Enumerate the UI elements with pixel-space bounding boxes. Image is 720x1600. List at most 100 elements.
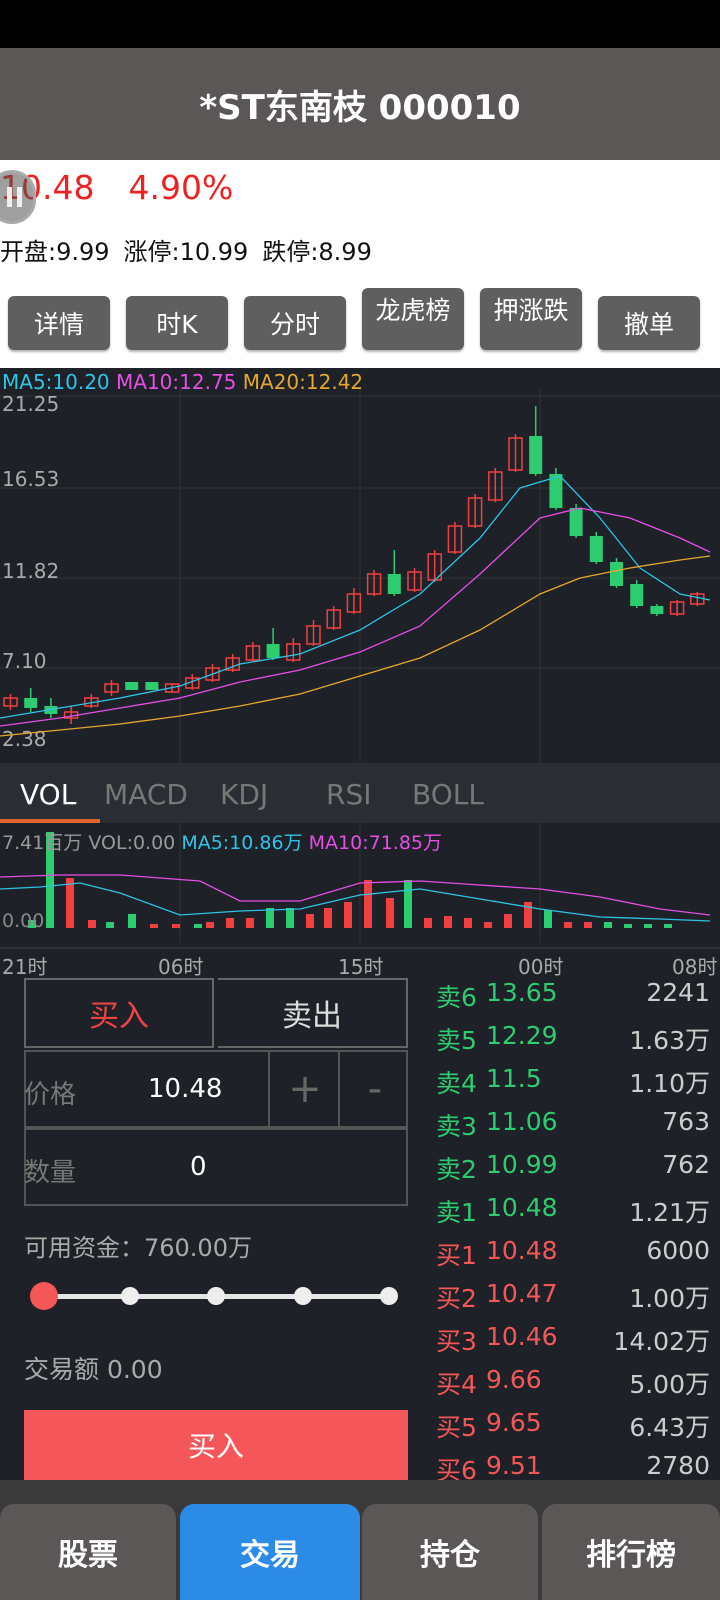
nav-holdings[interactable]: 持仓 — [362, 1504, 538, 1600]
order-volume: 1.00万 — [629, 1284, 710, 1313]
order-volume: 1.10万 — [629, 1069, 710, 1098]
order-book-row[interactable]: 买4 9.66 5.00万 — [436, 1365, 710, 1407]
nav-stocks[interactable]: 股票 — [0, 1504, 176, 1600]
order-level-label: 买1 — [436, 1241, 477, 1270]
detail-button[interactable]: 详情 — [8, 296, 110, 350]
nav-ranking[interactable]: 排行榜 — [542, 1504, 720, 1600]
ma10-label: MA10:12.75 — [116, 370, 237, 394]
buy-tab[interactable]: 买入 — [24, 978, 214, 1048]
volume-bar — [344, 902, 352, 928]
volume-bar — [404, 880, 412, 928]
volume-bar — [564, 922, 572, 928]
order-book-row[interactable]: 买2 10.47 1.00万 — [436, 1279, 710, 1321]
order-book-row[interactable]: 买3 10.46 14.02万 — [436, 1322, 710, 1364]
sell-tab[interactable]: 卖出 — [218, 978, 408, 1048]
quantity-field — [24, 1128, 408, 1206]
slider-stop[interactable] — [294, 1287, 312, 1305]
volume-bar — [88, 920, 96, 928]
limit-up: 涨停:10.99 — [123, 238, 249, 266]
order-book-row[interactable]: 卖3 11.06 763 — [436, 1107, 710, 1149]
volume-bar — [544, 910, 552, 928]
page-title: *ST东南枝 000010 — [0, 48, 720, 160]
candle — [125, 682, 139, 690]
tab-kdj[interactable]: KDJ — [220, 778, 268, 811]
tab-macd[interactable]: MACD — [104, 778, 188, 811]
candle — [630, 584, 644, 606]
tab-rsi[interactable]: RSI — [326, 778, 372, 811]
volume-bar — [306, 914, 314, 928]
ma20-label: MA20:12.42 — [242, 370, 364, 394]
ma-legend: MA5:10.20 MA10:12.75 MA20:12.42 — [2, 370, 363, 394]
price-minus-button[interactable]: - — [338, 1050, 410, 1128]
price-input[interactable]: 10.48 — [148, 1074, 222, 1104]
volume-bar — [464, 918, 472, 928]
y-tick: 2.38 — [2, 727, 47, 751]
slider-stop[interactable] — [121, 1287, 139, 1305]
quantity-input[interactable]: 0 — [190, 1152, 207, 1182]
candle — [24, 698, 38, 708]
order-price: 10.99 — [486, 1150, 558, 1179]
volume-bar — [206, 922, 214, 928]
order-price: 10.47 — [486, 1279, 558, 1308]
slider-stop[interactable] — [380, 1287, 398, 1305]
order-volume: 1.63万 — [629, 1026, 710, 1055]
cancel-order-button[interactable]: 撤单 — [598, 296, 700, 350]
candle — [266, 644, 280, 658]
volume-bar — [604, 922, 612, 928]
volume-bar — [128, 914, 136, 928]
order-price: 10.46 — [486, 1322, 558, 1351]
bet-button[interactable]: 押涨跌 — [480, 288, 582, 350]
intraday-button[interactable]: 分时 — [244, 296, 346, 350]
vol-legend: 7.41百万 VOL:0.00 MA5:10.86万 MA10:71.85万 — [2, 828, 442, 855]
candle — [650, 606, 664, 614]
order-level-label: 卖1 — [436, 1198, 477, 1227]
order-book-row[interactable]: 卖2 10.99 762 — [436, 1150, 710, 1192]
slider-thumb[interactable] — [30, 1282, 58, 1310]
order-book-row[interactable]: 买5 9.65 6.43万 — [436, 1408, 710, 1450]
order-level-label: 卖3 — [436, 1112, 477, 1141]
volume-bar — [246, 918, 254, 928]
vol-unit: 7.41百万 — [2, 832, 83, 854]
order-level-label: 买2 — [436, 1284, 477, 1313]
order-book-row[interactable]: 卖1 10.48 1.21万 — [436, 1193, 710, 1235]
order-book-row[interactable]: 买1 10.48 6000 — [436, 1236, 710, 1278]
order-book-row[interactable]: 卖6 13.65 2241 — [436, 978, 710, 1020]
volume-bar — [424, 918, 432, 928]
order-book-row[interactable]: 卖4 11.5 1.10万 — [436, 1064, 710, 1106]
y-tick: 21.25 — [2, 392, 59, 416]
order-price: 10.48 — [486, 1236, 558, 1265]
tab-boll[interactable]: BOLL — [412, 778, 484, 811]
order-price: 13.65 — [486, 978, 558, 1007]
order-volume: 6.43万 — [629, 1413, 710, 1442]
x-tick: 21时 — [2, 955, 47, 978]
order-level-label: 卖2 — [436, 1155, 477, 1184]
x-tick: 06时 — [158, 955, 203, 978]
nav-trade[interactable]: 交易 — [180, 1504, 360, 1600]
order-price: 9.66 — [486, 1365, 542, 1394]
kline-chart[interactable]: 21.25 16.53 11.82 7.10 2.38 — [0, 368, 720, 763]
order-price: 9.65 — [486, 1408, 542, 1437]
submit-buy-button[interactable]: 买入 — [24, 1410, 408, 1480]
volume-bar — [324, 908, 332, 928]
kline-button[interactable]: 时K — [126, 296, 228, 350]
order-book-row[interactable]: 卖5 12.29 1.63万 — [436, 1021, 710, 1063]
volume-bar — [150, 924, 158, 928]
order-volume: 2780 — [646, 1451, 710, 1480]
quantity-label: 数量 — [24, 1158, 77, 1188]
dragon-tiger-button[interactable]: 龙虎榜 — [362, 288, 464, 350]
slider-stop[interactable] — [207, 1287, 225, 1305]
order-price: 10.48 — [486, 1193, 558, 1222]
tab-vol[interactable]: VOL — [20, 778, 76, 811]
candle — [589, 536, 603, 562]
price-plus-button[interactable]: + — [268, 1050, 340, 1128]
order-volume: 2241 — [646, 978, 710, 1007]
volume-bar — [624, 924, 632, 928]
vol-value: VOL:0.00 — [88, 832, 176, 854]
order-volume: 6000 — [646, 1236, 710, 1265]
volume-bar — [286, 908, 294, 928]
order-level-label: 卖6 — [436, 983, 477, 1012]
candle — [529, 436, 543, 474]
trade-amount: 交易额 0.00 — [24, 1355, 163, 1384]
candle — [569, 508, 583, 536]
order-level-label: 卖4 — [436, 1069, 477, 1098]
